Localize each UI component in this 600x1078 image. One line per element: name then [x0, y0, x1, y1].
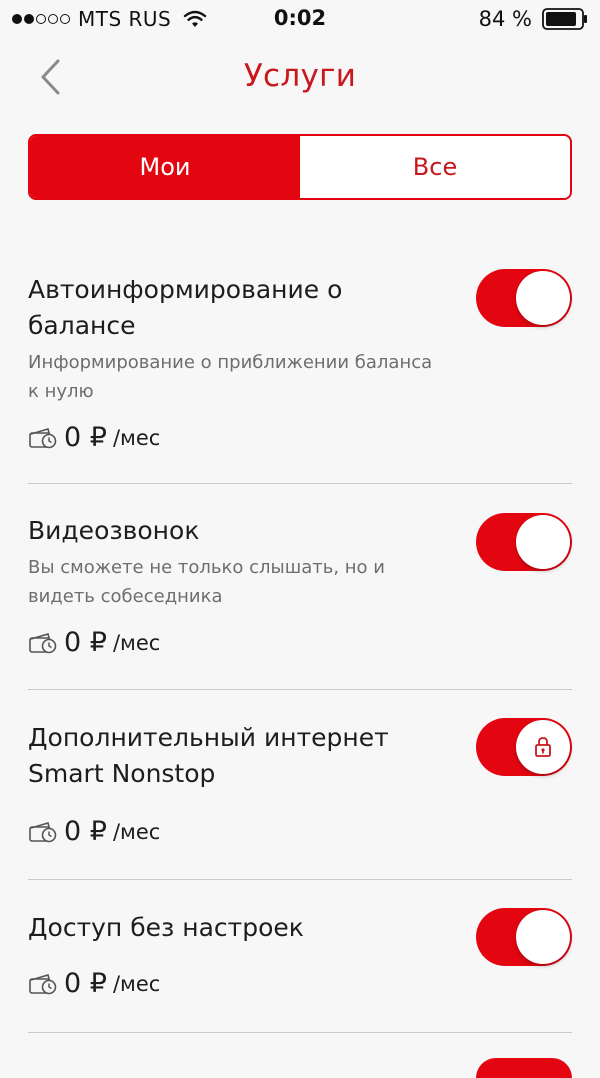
lock-icon: [535, 737, 551, 757]
toggle-knob: [516, 910, 570, 964]
divider: [28, 1032, 572, 1033]
divider: [28, 483, 572, 484]
price-unit: /мес: [112, 425, 161, 450]
service-toggle[interactable]: [476, 908, 572, 966]
service-toggle-partial[interactable]: [476, 1058, 572, 1078]
battery-percent: 84 %: [478, 7, 532, 31]
price-row: 0 ₽ /мес: [28, 968, 572, 999]
service-title: Видеозвонок: [28, 516, 200, 545]
price-row: 0 ₽ /мес: [28, 816, 572, 847]
price-value: 0 ₽: [64, 816, 107, 847]
nav-bar: Услуги: [0, 40, 600, 120]
wallet-clock-icon: [29, 632, 57, 653]
divider: [28, 879, 572, 880]
service-toggle[interactable]: [476, 513, 572, 571]
page-title: Услуги: [243, 58, 357, 94]
toggle-knob: [516, 720, 570, 774]
wallet-clock-icon: [29, 821, 57, 842]
service-description: Информирование о приближении баланса к н…: [28, 352, 433, 402]
status-bar: MTS RUS 0:02 84 %: [0, 0, 600, 40]
battery-icon: [542, 8, 587, 30]
wallet-clock-icon: [29, 973, 57, 994]
price-value: 0 ₽: [64, 627, 107, 658]
price-row: 0 ₽ /мес: [28, 422, 572, 453]
price-unit: /мес: [112, 819, 161, 844]
price-value: 0 ₽: [64, 968, 107, 999]
segmented-control: Мои Все: [28, 134, 572, 200]
toggle-knob: [516, 271, 570, 325]
price-value: 0 ₽: [64, 422, 107, 453]
service-toggle-locked[interactable]: [476, 718, 572, 776]
service-title: Доступ без настроек: [28, 913, 304, 942]
price-row: 0 ₽ /мес: [28, 627, 572, 658]
service-title: Автоинформирование о балансе: [28, 275, 343, 340]
service-description: Вы сможете не только слышать, но и видет…: [28, 557, 385, 607]
toggle-knob: [516, 515, 570, 569]
wallet-clock-icon: [29, 427, 57, 448]
tab-all[interactable]: Все: [300, 136, 570, 198]
service-toggle[interactable]: [476, 269, 572, 327]
tab-my[interactable]: Мои: [30, 136, 300, 198]
divider: [28, 689, 572, 690]
status-right: 84 %: [479, 7, 588, 31]
price-unit: /мес: [112, 630, 161, 655]
service-title: Дополнительный интернет Smart Nonstop: [28, 723, 389, 788]
price-unit: /мес: [112, 971, 161, 996]
